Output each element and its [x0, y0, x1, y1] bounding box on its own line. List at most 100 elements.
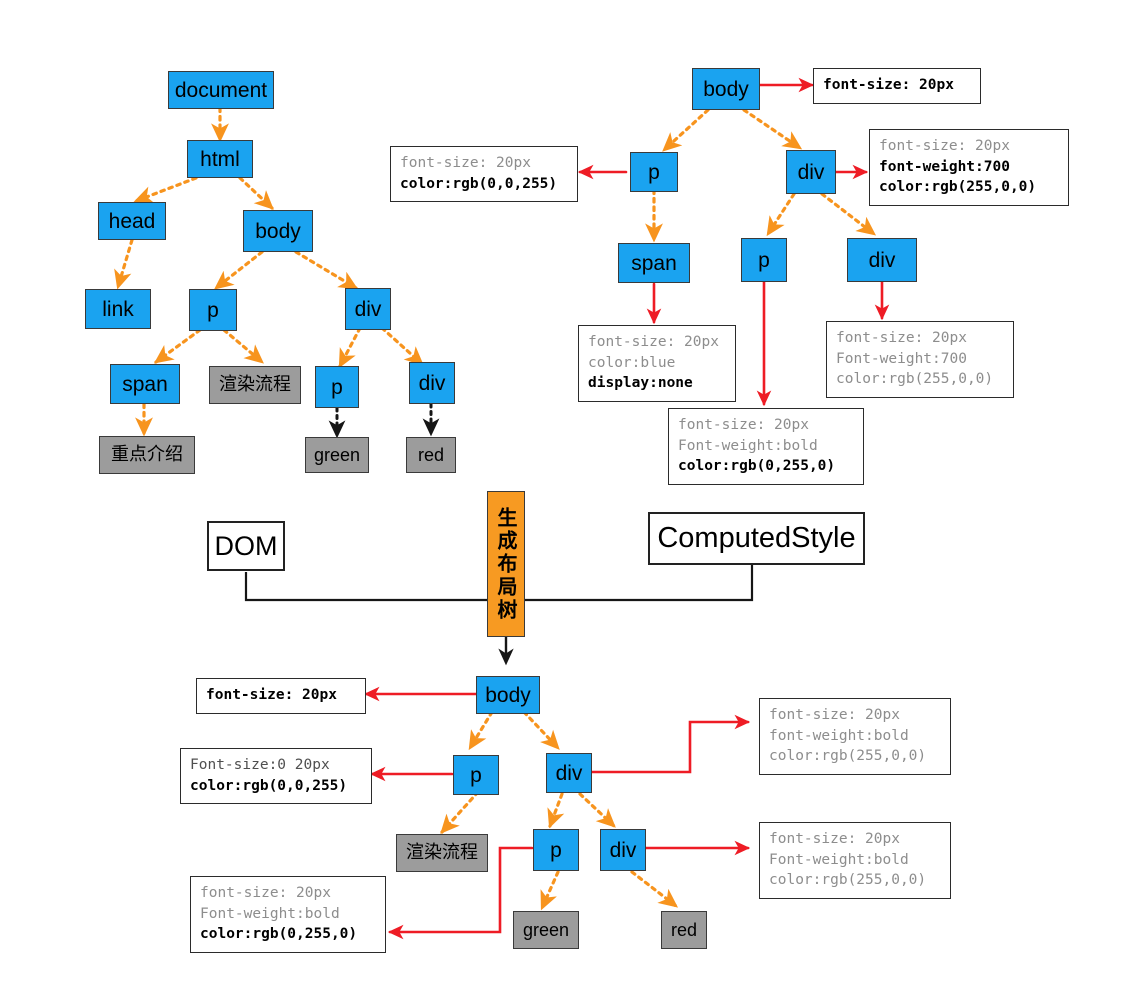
- dom-caption-label: DOM: [214, 530, 278, 561]
- diagram-canvas: document html head body link p div span …: [0, 0, 1142, 984]
- cs-stylebox-span: font-size: 20px color:blue display:none: [578, 325, 736, 402]
- node-label: div: [797, 160, 825, 184]
- dom-text-node-key-intro[interactable]: 重点介绍: [99, 436, 195, 474]
- node-label: span: [122, 372, 168, 396]
- cs-node-span[interactable]: span: [618, 243, 690, 283]
- lt-node-div[interactable]: div: [546, 753, 592, 793]
- lt-stylebox-div2: font-size: 20px Font-weight:bold color:r…: [759, 822, 951, 899]
- dom-node-html[interactable]: html: [187, 140, 253, 178]
- style-line: color:rgb(0,255,0): [200, 926, 358, 943]
- style-line: font-size: 20px: [836, 330, 967, 346]
- dom-text-edges: [328, 402, 440, 439]
- node-label: div: [555, 761, 583, 785]
- dom-node-body[interactable]: body: [243, 210, 313, 252]
- cs-node-p[interactable]: p: [630, 152, 678, 192]
- cs-node-div2[interactable]: div: [847, 238, 917, 282]
- style-line: font-size: 20px: [879, 138, 1010, 154]
- lt-stylebox-p: Font-size:0 20px color:rgb(0,0,255): [180, 748, 372, 805]
- style-line: Font-weight:bold: [769, 851, 909, 868]
- cs-stylebox-body: font-size: 20px: [813, 68, 981, 104]
- node-label: p: [207, 298, 219, 322]
- dom-text-node-render-flow[interactable]: 渲染流程: [209, 366, 301, 404]
- dom-text-node-red[interactable]: red: [406, 437, 456, 473]
- node-label: p: [331, 375, 343, 399]
- style-line: color:blue: [588, 354, 676, 371]
- cs-node-div[interactable]: div: [786, 150, 836, 194]
- node-label: p: [550, 838, 562, 862]
- computedstyle-caption-label: ComputedStyle: [657, 522, 856, 554]
- dom-node-div1[interactable]: div: [345, 288, 391, 330]
- node-label: head: [108, 209, 156, 233]
- cs-stylebox-div2: font-size: 20px Font-weight:700 color:rg…: [826, 321, 1014, 398]
- node-label: 渲染流程: [406, 842, 478, 863]
- dom-node-link[interactable]: link: [85, 289, 151, 329]
- node-label: red: [417, 445, 444, 465]
- dom-caption-box[interactable]: DOM: [207, 521, 285, 571]
- lt-node-body[interactable]: body: [476, 676, 540, 714]
- node-label: red: [670, 920, 697, 940]
- node-label: body: [703, 77, 749, 101]
- node-label: p: [470, 763, 482, 787]
- style-line: Font-weight:bold: [200, 905, 340, 922]
- node-label: div: [418, 371, 446, 395]
- dom-node-div2[interactable]: div: [409, 362, 455, 404]
- style-line: font-size: 20px: [823, 77, 954, 93]
- computedstyle-edges: [645, 108, 877, 243]
- lt-text-node-red[interactable]: red: [661, 911, 707, 949]
- node-label: 渲染流程: [219, 374, 291, 395]
- style-line: Font-weight:700: [836, 350, 967, 367]
- style-line: font-size: 20px: [769, 707, 900, 723]
- style-line: color:rgb(255,0,0): [836, 371, 994, 388]
- style-line: color:rgb(0,0,255): [400, 175, 558, 192]
- style-line: font-size: 20px: [400, 155, 531, 171]
- style-line: color:rgb(255,0,0): [769, 872, 927, 889]
- node-label: html: [200, 147, 240, 171]
- node-label: body: [255, 219, 301, 243]
- computedstyle-caption-box[interactable]: ComputedStyle: [648, 512, 865, 565]
- style-line: font-size: 20px: [206, 687, 337, 703]
- dom-node-head[interactable]: head: [98, 202, 166, 240]
- node-label: link: [102, 297, 134, 321]
- process-label: 生成布局树: [494, 506, 518, 622]
- lt-text-node-render-flow[interactable]: 渲染流程: [396, 834, 488, 872]
- style-line: font-size: 20px: [200, 885, 331, 901]
- layout-tree-edges: [440, 710, 679, 911]
- cs-node-body[interactable]: body: [692, 68, 760, 110]
- cs-stylebox-p: font-size: 20px color:rgb(0,0,255): [390, 146, 578, 203]
- style-line: Font-weight:bold: [678, 437, 818, 454]
- node-label: green: [522, 920, 570, 940]
- layout-style-edges: [363, 686, 751, 940]
- lt-node-div2[interactable]: div: [600, 829, 646, 871]
- dom-node-span1[interactable]: span: [110, 364, 180, 404]
- style-line: font-weight:700: [879, 158, 1010, 175]
- style-line: color:rgb(255,0,0): [769, 748, 927, 765]
- node-label: p: [648, 160, 660, 184]
- node-label: document: [174, 78, 268, 102]
- cs-stylebox-p2: font-size: 20px Font-weight:bold color:r…: [668, 408, 864, 485]
- lt-text-node-green[interactable]: green: [513, 911, 579, 949]
- style-line: display:none: [588, 375, 693, 392]
- node-label: span: [631, 251, 677, 275]
- cs-stylebox-div: font-size: 20px font-weight:700 color:rg…: [869, 129, 1069, 206]
- dom-node-p2[interactable]: p: [315, 366, 359, 408]
- lt-node-p2[interactable]: p: [533, 829, 579, 871]
- style-line: Font-size:0 20px: [190, 757, 330, 773]
- node-label: 重点介绍: [111, 444, 183, 465]
- node-label: body: [485, 683, 531, 707]
- style-line: font-size: 20px: [678, 417, 809, 433]
- cs-node-p2[interactable]: p: [741, 238, 787, 282]
- style-line: color:rgb(0,0,255): [190, 777, 348, 794]
- process-box-generate-layout-tree[interactable]: 生成布局树: [487, 491, 525, 637]
- node-label: p: [758, 248, 770, 272]
- node-label: div: [354, 297, 382, 321]
- style-line: color:rgb(255,0,0): [879, 179, 1037, 196]
- dom-text-node-green[interactable]: green: [305, 437, 369, 473]
- style-line: color:rgb(0,255,0): [678, 458, 836, 475]
- lt-stylebox-div: font-size: 20px font-weight:bold color:r…: [759, 698, 951, 775]
- lt-stylebox-body: font-size: 20px: [196, 678, 366, 714]
- style-line: font-weight:bold: [769, 727, 909, 744]
- dom-node-document[interactable]: document: [168, 71, 274, 109]
- style-line: font-size: 20px: [769, 831, 900, 847]
- dom-node-p1[interactable]: p: [189, 289, 237, 331]
- lt-node-p[interactable]: p: [453, 755, 499, 795]
